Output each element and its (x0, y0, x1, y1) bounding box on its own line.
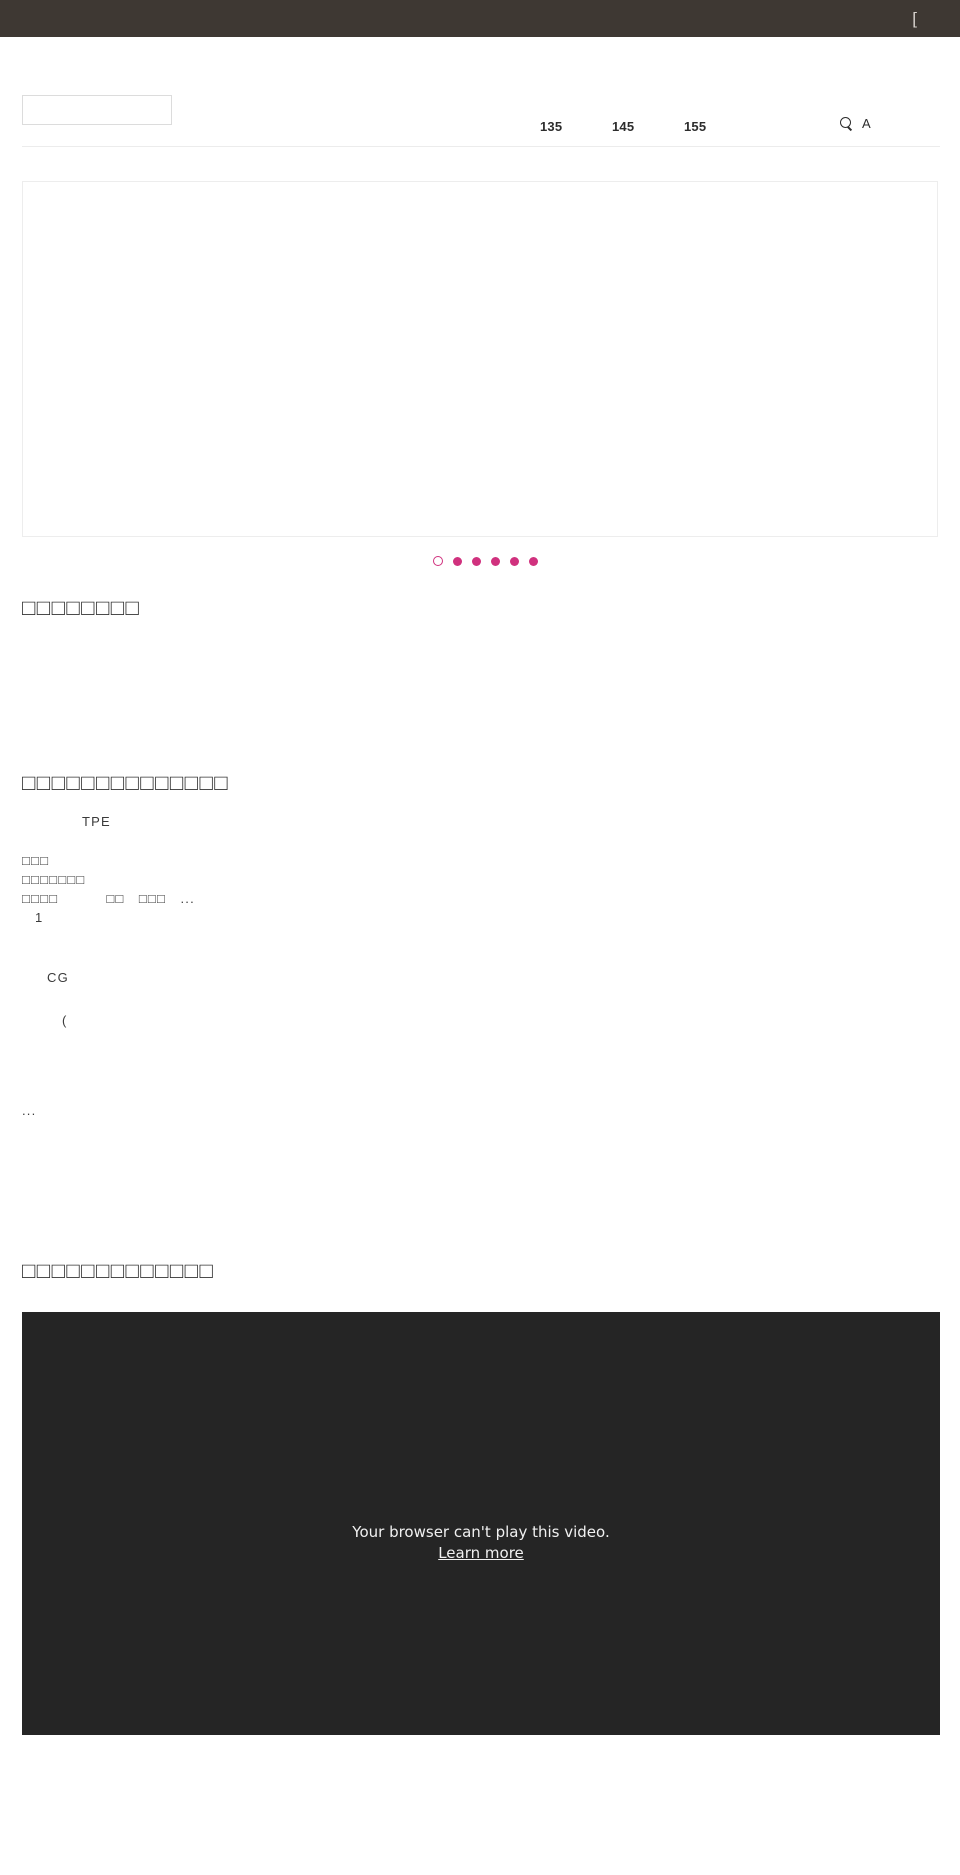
section-two-line-3: □□□□ □□ □□□ ... (22, 891, 195, 906)
site-header: 135 145 155 A (0, 37, 960, 147)
carousel-dot-4[interactable] (490, 556, 500, 566)
video-error-text: Your browser can't play this video. (352, 1523, 610, 1541)
video-learn-more-link[interactable]: Learn more (438, 1544, 524, 1562)
site-logo[interactable] (22, 95, 172, 125)
nav-item-155[interactable]: 155 (684, 119, 756, 135)
section-one: □□□□□□□□ (0, 593, 960, 623)
hero-carousel (22, 181, 938, 571)
video-error-message: Your browser can't play this video. Lear… (22, 1522, 940, 1564)
section-two-line-4: 1 (35, 910, 44, 925)
section-two-ellipsis-line: ... (22, 1103, 37, 1118)
carousel-dot-2[interactable] (452, 556, 462, 566)
carousel-dot-1[interactable] (432, 556, 443, 566)
carousel-slide[interactable] (22, 181, 938, 537)
header-tools: A (840, 117, 871, 130)
section-two: □□□□□□□□□□□□□□ TPE □□□ □□□□□□□ □□□□ □□ □… (0, 768, 960, 1120)
section-one-title: □□□□□□□□ (22, 595, 141, 620)
language-toggle-button[interactable]: A (862, 117, 871, 130)
section-two-paren-line: ( (62, 1013, 68, 1028)
header-divider (22, 146, 940, 147)
section-two-line-2: □□□□□□□ (22, 872, 86, 887)
nav-item-135[interactable]: 135 (540, 119, 612, 135)
carousel-dot-5[interactable] (509, 556, 519, 566)
section-two-cg-line: CG (47, 970, 69, 985)
section-three: □□□□□□□□□□□□□ (0, 1256, 960, 1286)
section-two-tpe-line: TPE (82, 814, 111, 829)
carousel-pagination (22, 551, 938, 571)
section-three-title: □□□□□□□□□□□□□ (22, 1258, 215, 1283)
carousel-dot-3[interactable] (471, 556, 481, 566)
section-two-line-1: □□□ (22, 853, 50, 868)
search-icon[interactable] (840, 117, 853, 130)
primary-navigation: 135 145 155 (540, 119, 756, 135)
section-two-title: □□□□□□□□□□□□□□ (22, 770, 230, 795)
video-player[interactable]: Your browser can't play this video. Lear… (22, 1312, 940, 1735)
nav-item-145[interactable]: 145 (612, 119, 684, 135)
topbar-glyph-icon[interactable]: [ (912, 10, 917, 27)
top-utility-bar: [ (0, 0, 960, 37)
carousel-dot-6[interactable] (528, 556, 538, 566)
